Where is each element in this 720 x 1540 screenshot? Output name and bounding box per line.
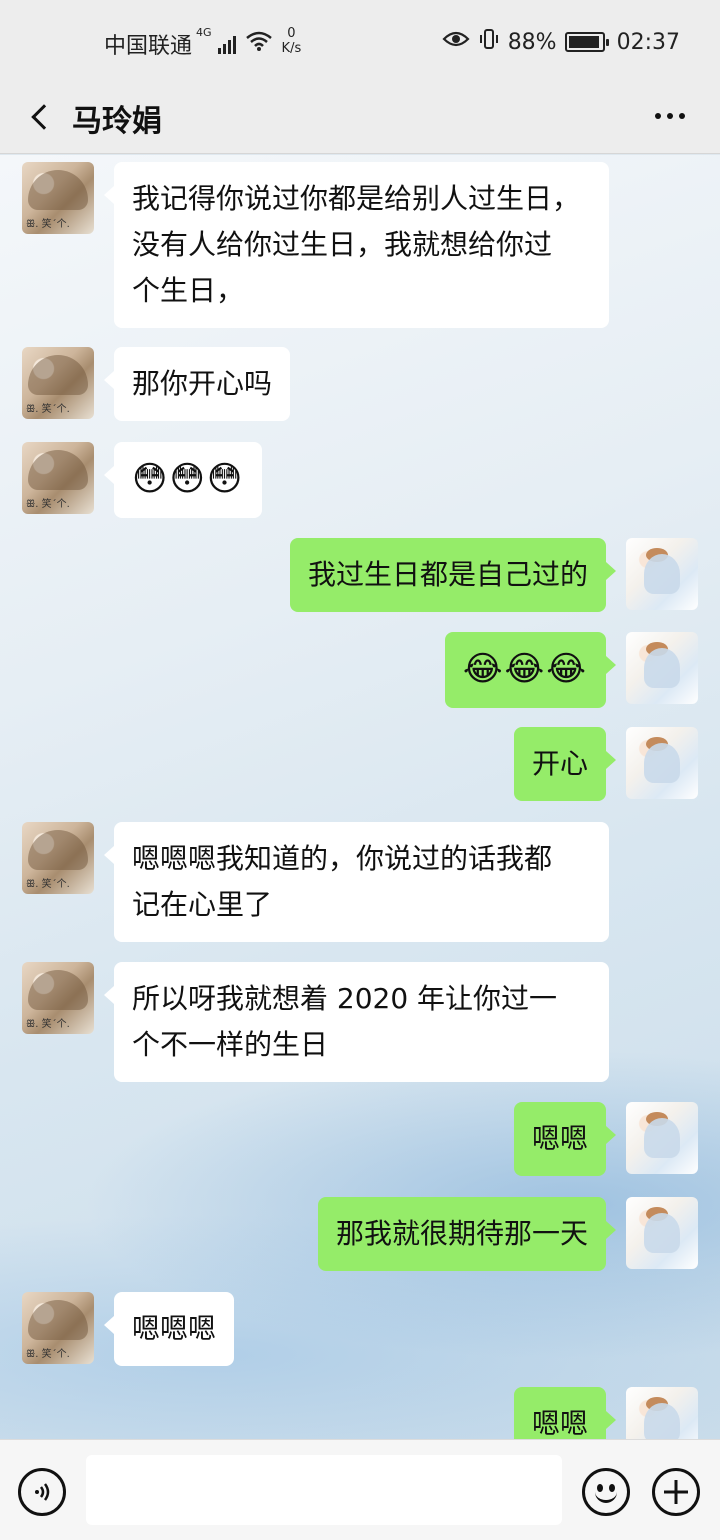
message-bubble[interactable]: 嗯嗯 — [513, 1387, 617, 1439]
net-speed: 0 K/s — [282, 26, 302, 56]
input-bar — [0, 1439, 720, 1540]
emoji-message-bubble[interactable]: 😳😳😳 — [103, 442, 263, 518]
message-bubble[interactable]: 我过生日都是自己过的 — [289, 538, 617, 612]
voice-icon — [35, 1483, 50, 1501]
message-row: 那我就很期待那一天 — [0, 1197, 720, 1271]
chat-header: 马玲娟 — [0, 80, 720, 154]
battery-icon — [564, 32, 609, 52]
message-row: ꕥ. 笑ˊ个. 我记得你说过你都是给别人过生日， 没有人给你过生日，我就想给你过… — [0, 162, 720, 328]
flushed-emoji: 😳😳😳 — [132, 459, 245, 499]
contact-avatar[interactable]: ꕥ. 笑ˊ个. — [22, 962, 94, 1034]
message-bubble[interactable]: 我记得你说过你都是给别人过生日， 没有人给你过生日，我就想给你过 个生日， — [104, 162, 609, 328]
message-bubble[interactable]: 那你开心吗 — [103, 347, 291, 421]
more-dots-icon — [655, 113, 661, 119]
message-bubble[interactable]: 那我就很期待那一天 — [317, 1197, 617, 1271]
carrier-name: 中国联通 — [104, 34, 193, 59]
laughing-emoji: 😂😂😂 — [462, 649, 588, 689]
my-avatar[interactable] — [626, 1387, 698, 1439]
status-bar: 中国联通 4G 0 K/s 88% 02:37 — [0, 0, 720, 80]
my-avatar[interactable] — [626, 632, 698, 704]
contact-avatar[interactable]: ꕥ. 笑ˊ个. — [22, 442, 94, 514]
message-bubble[interactable]: 嗯嗯嗯我知道的，你说过的话我都 记在心里了 — [104, 822, 609, 942]
message-input[interactable] — [86, 1455, 562, 1525]
contact-avatar[interactable]: ꕥ. 笑ˊ个. — [22, 1292, 94, 1364]
battery-percent: 88% — [507, 29, 557, 55]
contact-avatar[interactable]: ꕥ. 笑ˊ个. — [22, 822, 94, 894]
emoji-button[interactable] — [582, 1468, 630, 1516]
net-speed-unit: K/s — [281, 41, 302, 56]
contact-avatar[interactable]: ꕥ. 笑ˊ个. — [22, 162, 94, 234]
message-row: ꕥ. 笑ˊ个. 嗯嗯嗯 — [0, 1292, 720, 1366]
message-row: 嗯嗯 — [0, 1102, 720, 1176]
my-avatar[interactable] — [626, 1102, 698, 1174]
my-avatar[interactable] — [626, 727, 698, 799]
wifi-icon — [245, 31, 272, 57]
message-bubble[interactable]: 开心 — [513, 727, 617, 801]
status-left: 中国联通 4G 0 K/s — [104, 26, 302, 60]
signal-icon — [217, 34, 236, 54]
contact-avatar[interactable]: ꕥ. 笑ˊ个. — [22, 347, 94, 419]
network-type: 4G — [196, 26, 212, 39]
emoji-message-bubble[interactable]: 😂😂😂 — [444, 632, 617, 708]
message-row: 嗯嗯 — [0, 1387, 720, 1439]
message-row: ꕥ. 笑ˊ个. 那你开心吗 — [0, 347, 720, 421]
status-right: 88% 02:37 — [442, 28, 680, 56]
chat-title: 马玲娟 — [72, 104, 162, 139]
back-arrow-icon — [31, 104, 57, 130]
my-avatar[interactable] — [626, 1197, 698, 1269]
eye-comfort-icon — [442, 29, 470, 55]
message-row: ꕥ. 笑ˊ个. 所以呀我就想着 2020 年让你过一 个不一样的生日 — [0, 962, 720, 1082]
message-row: ꕥ. 笑ˊ个. 嗯嗯嗯我知道的，你说过的话我都 记在心里了 — [0, 822, 720, 942]
vibrate-icon — [478, 28, 500, 56]
voice-button[interactable] — [18, 1468, 66, 1516]
my-avatar[interactable] — [626, 538, 698, 610]
back-button[interactable] — [18, 92, 62, 142]
message-bubble[interactable]: 嗯嗯 — [513, 1102, 617, 1176]
clock: 02:37 — [616, 29, 680, 55]
add-button[interactable] — [652, 1468, 700, 1516]
more-button[interactable] — [650, 96, 690, 136]
message-row: 😂😂😂 — [0, 632, 720, 708]
chat-area[interactable]: ꕥ. 笑ˊ个. 我记得你说过你都是给别人过生日， 没有人给你过生日，我就想给你过… — [0, 155, 720, 1439]
message-row: 我过生日都是自己过的 — [0, 538, 720, 612]
message-bubble[interactable]: 嗯嗯嗯 — [103, 1292, 235, 1366]
message-bubble[interactable]: 所以呀我就想着 2020 年让你过一 个不一样的生日 — [104, 962, 609, 1082]
net-speed-value: 0 — [287, 26, 296, 41]
message-row: ꕥ. 笑ˊ个. 😳😳😳 — [0, 442, 720, 518]
message-row: 开心 — [0, 727, 720, 801]
